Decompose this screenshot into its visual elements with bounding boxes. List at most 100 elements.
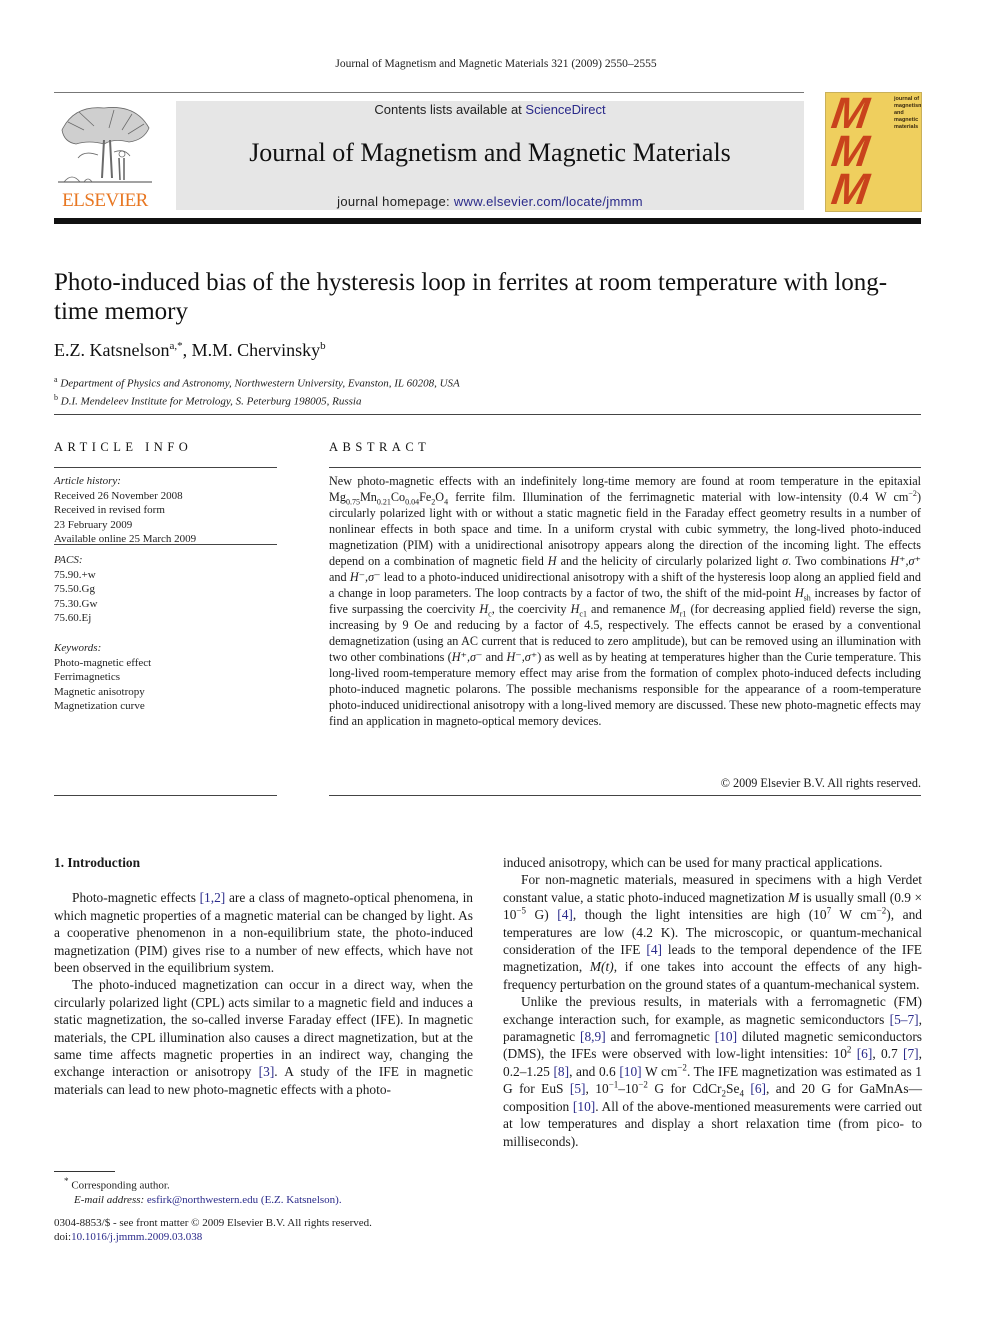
pacs-codes: PACS: 75.90.+w 75.50.Gg 75.30.Gw 75.60.E… [54, 553, 97, 626]
citation-link[interactable]: [4] [646, 942, 662, 957]
inline-text: O [435, 490, 445, 504]
article-history: Article history: Received 26 November 20… [54, 474, 196, 547]
elsevier-wordmark: ELSEVIER [62, 190, 148, 211]
inline-text: , 0.7 [872, 1046, 904, 1062]
inline-text: , though the light intensities are high … [572, 907, 827, 923]
author-email-link[interactable]: esfirk@northwestern.edu [147, 1194, 258, 1206]
affiliation-mark: b [54, 392, 58, 402]
affiliation-text: D.I. Mendeleev Institute for Metrology, … [60, 395, 362, 408]
journal-cover-thumbnail[interactable]: M M M journal of magnetism and magnetic … [825, 92, 922, 212]
section-heading: 1. Introduction [54, 855, 141, 870]
citation-link[interactable]: [5–7] [890, 1012, 919, 1027]
keywords: Keywords: Photo-magnetic effect Ferrimag… [54, 641, 151, 714]
history-item: Received in revised form [54, 504, 165, 516]
inline-text: and [482, 650, 507, 664]
doi-line: doi:10.1016/j.jmmm.2009.03.038 [54, 1230, 372, 1244]
keywords-label: Keywords: [54, 642, 102, 654]
script-text: −5 [516, 905, 526, 916]
keyword-item: Magnetization curve [54, 700, 145, 712]
script-text: −2 [876, 905, 887, 916]
body-column-right: induced anisotropy, which can be used fo… [503, 854, 922, 1150]
inline-text: W cm [641, 1063, 678, 1079]
article-info-rule [54, 795, 277, 796]
inline-text: and ferromagnetic [605, 1029, 715, 1045]
body-paragraph: The photo-induced magnetization can occu… [54, 976, 473, 1098]
inline-text: H⁺,σ⁻ [451, 650, 483, 664]
inline-text: G) [525, 907, 558, 923]
author-affiliation-marks: b [320, 340, 326, 352]
inline-text: M [669, 602, 680, 616]
corresponding-author-footnote: * Corresponding author. E-mail address: … [54, 1174, 342, 1207]
pacs-label: PACS: [54, 554, 83, 566]
inline-text: . Two combinations [788, 554, 891, 568]
inline-text: H⁻,σ⁻ [349, 570, 381, 584]
citation-link[interactable]: [7] [903, 1046, 919, 1061]
affiliation-text: Department of Physics and Astronomy, Nor… [60, 377, 460, 390]
inline-text: –10 [618, 1081, 639, 1097]
author-list: E.Z. Katsnelsona,*, M.M. Chervinskyb [54, 340, 326, 361]
contents-prefix: Contents lists available at [374, 102, 526, 117]
citation-link[interactable]: [3] [259, 1064, 275, 1079]
history-label: Article history: [54, 475, 121, 487]
running-head: Journal of Magnetism and Magnetic Materi… [335, 58, 657, 70]
inline-text: Mn [359, 490, 377, 504]
abstract-heading: ABSTRACT [329, 440, 431, 454]
citation-link[interactable]: [10] [619, 1064, 641, 1079]
citation-link[interactable]: [6] [857, 1046, 873, 1061]
inline-text: Co [390, 490, 406, 504]
author-separator: , [182, 340, 192, 360]
abstract-rule [329, 467, 921, 468]
footnote-rule [54, 1171, 115, 1172]
citation-link[interactable]: [5] [570, 1081, 586, 1096]
cover-m-letter: M [828, 165, 871, 212]
citation-link[interactable]: [8,9] [580, 1029, 606, 1044]
cover-text-line: journal of [894, 96, 920, 102]
inline-text: M [788, 889, 800, 905]
citation-link[interactable]: [6] [750, 1081, 766, 1096]
author-name[interactable]: E.Z. Katsnelson [54, 340, 169, 360]
elsevier-logo[interactable]: ELSEVIER [54, 100, 156, 212]
inline-text: H [547, 554, 557, 568]
inline-text: ferrite film. Illumination of the ferrim… [448, 490, 909, 504]
cover-text-line: magnetic [894, 117, 919, 123]
cover-text-line: materials [894, 124, 919, 130]
script-text: −2 [638, 1079, 648, 1090]
citation-link[interactable]: [10] [573, 1099, 595, 1114]
pacs-item: 75.60.Ej [54, 612, 92, 624]
inline-text: H [479, 602, 489, 616]
citation-link[interactable]: [1,2] [200, 890, 226, 905]
inline-text: Unlike the previous results, in material… [503, 994, 922, 1027]
journal-homepage-link[interactable]: www.elsevier.com/locate/jmmm [454, 194, 643, 209]
citation-link[interactable]: [8] [553, 1064, 569, 1079]
inline-text: and [329, 570, 350, 584]
citation-link[interactable]: [10] [715, 1029, 737, 1044]
inline-text: H [794, 586, 804, 600]
affiliations: a Department of Physics and Astronomy, N… [54, 373, 460, 408]
abstract-text: New photo-magnetic effects with an indef… [329, 473, 921, 729]
citation-link[interactable]: [4] [557, 907, 573, 922]
elsevier-tree-icon [58, 107, 152, 183]
script-text: −2 [677, 1062, 687, 1073]
body-column-left: 1. Introduction Photo-magnetic effects [… [54, 854, 473, 1098]
corresponding-author-line: * Corresponding author. [54, 1174, 342, 1193]
inline-text: M(t) [589, 959, 614, 975]
doi-link[interactable]: 10.1016/j.jmmm.2009.03.038 [71, 1231, 202, 1243]
issn-line: 0304-8853/$ - see front matter © 2009 El… [54, 1217, 372, 1229]
pacs-item: 75.30.Gw [54, 597, 98, 610]
affiliation: a Department of Physics and Astronomy, N… [54, 373, 460, 391]
body-paragraph: induced anisotropy, which can be used fo… [503, 855, 883, 870]
cover-text-line: and [894, 110, 904, 116]
article-info-heading: ARTICLE INFO [54, 440, 193, 454]
abstract-copyright: © 2009 Elsevier B.V. All rights reserved… [720, 776, 921, 790]
cover-text-line: magnetism [894, 103, 922, 109]
author-affiliation-marks[interactable]: a,* [169, 340, 182, 352]
article-info-rule [54, 544, 277, 545]
keyword-item: Ferrimagnetics [54, 671, 120, 683]
sciencedirect-link[interactable]: ScienceDirect [525, 102, 605, 117]
email-label: E-mail address: [74, 1193, 147, 1206]
masthead-bottom-rule [54, 218, 921, 224]
inline-text: and remanence [586, 602, 670, 616]
inline-text: , the coercivity [491, 602, 571, 616]
author-name[interactable]: M.M. Chervinsky [192, 340, 321, 360]
contents-line: Contents lists available at ScienceDirec… [176, 102, 804, 117]
